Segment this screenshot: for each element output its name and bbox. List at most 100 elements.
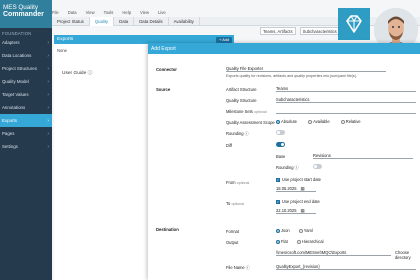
radio-selected-icon [276, 239, 280, 244]
format-radios: Json Yaml [276, 228, 313, 233]
radio-selected-icon [276, 228, 280, 233]
qa-scope-relative-label: Relative [345, 119, 361, 124]
format-json-label: Json [281, 228, 290, 233]
sidebar-item-label: Quality Model [2, 79, 29, 84]
menu-item-tools[interactable]: Tools [104, 10, 114, 15]
user-guide-link[interactable]: User Guide ⓘ [62, 69, 92, 76]
format-json[interactable]: Json [276, 228, 290, 233]
menu-item-view[interactable]: View [140, 10, 149, 15]
output-label: Output [226, 240, 239, 245]
rounding-toggle[interactable] [276, 130, 285, 135]
tab-data-details[interactable]: Data Details [134, 17, 169, 26]
calendar-icon[interactable]: ▦ [301, 208, 305, 213]
qa-scope-relative[interactable]: Relative [340, 119, 361, 124]
to-use-end-checkbox[interactable]: ✓ Use project end date [276, 199, 320, 204]
from-optional: optional [236, 181, 250, 185]
sidebar-item-label: Pages [2, 131, 15, 136]
qa-scope-absolute[interactable]: Absolute [276, 119, 297, 124]
source-section-label: Source [156, 87, 171, 92]
diff-rounding-label: Rounding ⓘ [276, 165, 299, 170]
diff-rounding-toggle[interactable] [313, 164, 322, 169]
diamond-logo-icon [338, 8, 370, 40]
sidebar-item-pages[interactable]: Pages › [0, 127, 52, 140]
milestone-sets-optional: optional [254, 110, 267, 114]
milestone-sets-select[interactable] [276, 107, 416, 114]
quality-structure-select[interactable]: Subcharacteristics [276, 96, 416, 103]
tab-project-status[interactable]: Project Status [52, 17, 90, 26]
from-check-label: Use project start date [282, 177, 321, 182]
sidebar-item-label: Settings [2, 144, 18, 149]
tab-availability[interactable]: Availability [169, 17, 200, 26]
brand-line-1: MES Quality [3, 4, 38, 11]
exports-title: Exports [57, 37, 74, 42]
output-radios: Flat Hierarchical [276, 239, 324, 244]
format-yaml[interactable]: Yaml [298, 228, 313, 233]
radio-icon [308, 119, 313, 124]
menu-item-live[interactable]: Live [158, 10, 166, 15]
base-select[interactable]: Revisions [313, 152, 413, 159]
connector-section-label: Connector [156, 67, 177, 72]
menu-item-view[interactable]: View [86, 10, 95, 15]
sidebar-section-label: FOUNDATION [2, 31, 32, 36]
qa-scope-available[interactable]: Available [308, 119, 330, 124]
sidebar-item-label: Adapters [2, 40, 20, 45]
menu-bar: File Data View Tools Help View Live [52, 8, 342, 16]
quality-selector[interactable]: Subcharacteristics [299, 27, 340, 35]
artifact-structure-select[interactable]: Teams [276, 85, 416, 92]
quality-structure-label: Quality Structure [226, 98, 257, 103]
chevron-right-icon: › [47, 117, 49, 124]
chevron-right-icon: › [47, 52, 49, 59]
radio-selected-icon [276, 119, 280, 124]
calendar-icon[interactable]: ▦ [301, 186, 305, 191]
sidebar-item-adapters[interactable]: Adapters › [0, 36, 52, 49]
chevron-right-icon: › [47, 65, 49, 72]
connector-select[interactable]: Quality File Exporter [226, 65, 386, 72]
sidebar-item-annotations[interactable]: Annotations › [0, 101, 52, 114]
format-yaml-label: Yaml [303, 228, 313, 233]
output-path-input[interactable]: \\mesrcsoft.com\MESnet\MQC\Exports [276, 249, 391, 256]
menu-item-file[interactable]: File [52, 10, 59, 15]
output-flat-label: Flat [281, 239, 288, 244]
app-brand[interactable]: MES Quality Commander [0, 0, 52, 28]
milestone-sets-label: Milestone Sets [226, 109, 253, 114]
output-hierarchical[interactable]: Hierarchical [296, 239, 324, 244]
destination-section-label: Destination [156, 227, 179, 232]
milestone-sets-label-row: Milestone Sets optional [226, 109, 267, 114]
rounding-label: Rounding ⓘ [226, 131, 249, 136]
sidebar-item-project-structures[interactable]: Project Structures › [0, 62, 52, 75]
dialog-title: Add Export [148, 43, 420, 54]
sidebar-item-target-values[interactable]: Target Values › [0, 88, 52, 101]
to-optional: optional [231, 202, 245, 206]
sidebar-item-data-locations[interactable]: Data Locations › [0, 49, 52, 62]
artifact-structure-label: Artifact Structure [226, 87, 257, 92]
menu-item-data[interactable]: Data [68, 10, 77, 15]
sidebar-item-quality-model[interactable]: Quality Model › [0, 75, 52, 88]
from-use-start-checkbox[interactable]: ✓ Use project start date [276, 177, 321, 182]
radio-icon [296, 239, 301, 244]
from-label-row: From optional [226, 180, 249, 185]
output-flat[interactable]: Flat [276, 239, 288, 244]
diff-toggle[interactable] [276, 142, 285, 147]
format-label: Format [226, 229, 239, 234]
to-label: To [226, 201, 231, 206]
sidebar-item-settings[interactable]: Settings › [0, 140, 52, 153]
menu-item-help[interactable]: Help [122, 10, 131, 15]
sidebar-item-exports[interactable]: Exports › [0, 114, 52, 127]
radio-icon [340, 119, 345, 124]
tab-quality[interactable]: Quality [89, 17, 115, 26]
to-date-input[interactable]: 22.10.2025 ▦ [276, 207, 316, 214]
tab-data[interactable]: Data [114, 17, 135, 26]
artifact-selector[interactable]: Teams, Artifacts [260, 27, 296, 35]
qa-scope-available-label: Available [313, 119, 330, 124]
connector-help-text: Exports quality for revisions, artifacts… [226, 74, 357, 78]
add-export-button[interactable]: + Add [216, 36, 232, 43]
sidebar-item-label: Exports [2, 118, 17, 123]
sidebar-item-label: Project Structures [2, 66, 37, 71]
chevron-right-icon: › [47, 130, 49, 137]
sidebar-item-label: Target Values [2, 92, 29, 97]
chevron-right-icon: › [47, 104, 49, 111]
from-date-input[interactable]: 18.05.2025 ▦ [276, 185, 316, 192]
brand-line-2: Commander [3, 11, 44, 18]
file-name-input[interactable]: QualityExport_{revision} [276, 263, 416, 270]
choose-directory-button[interactable]: Choose directory [395, 250, 420, 260]
